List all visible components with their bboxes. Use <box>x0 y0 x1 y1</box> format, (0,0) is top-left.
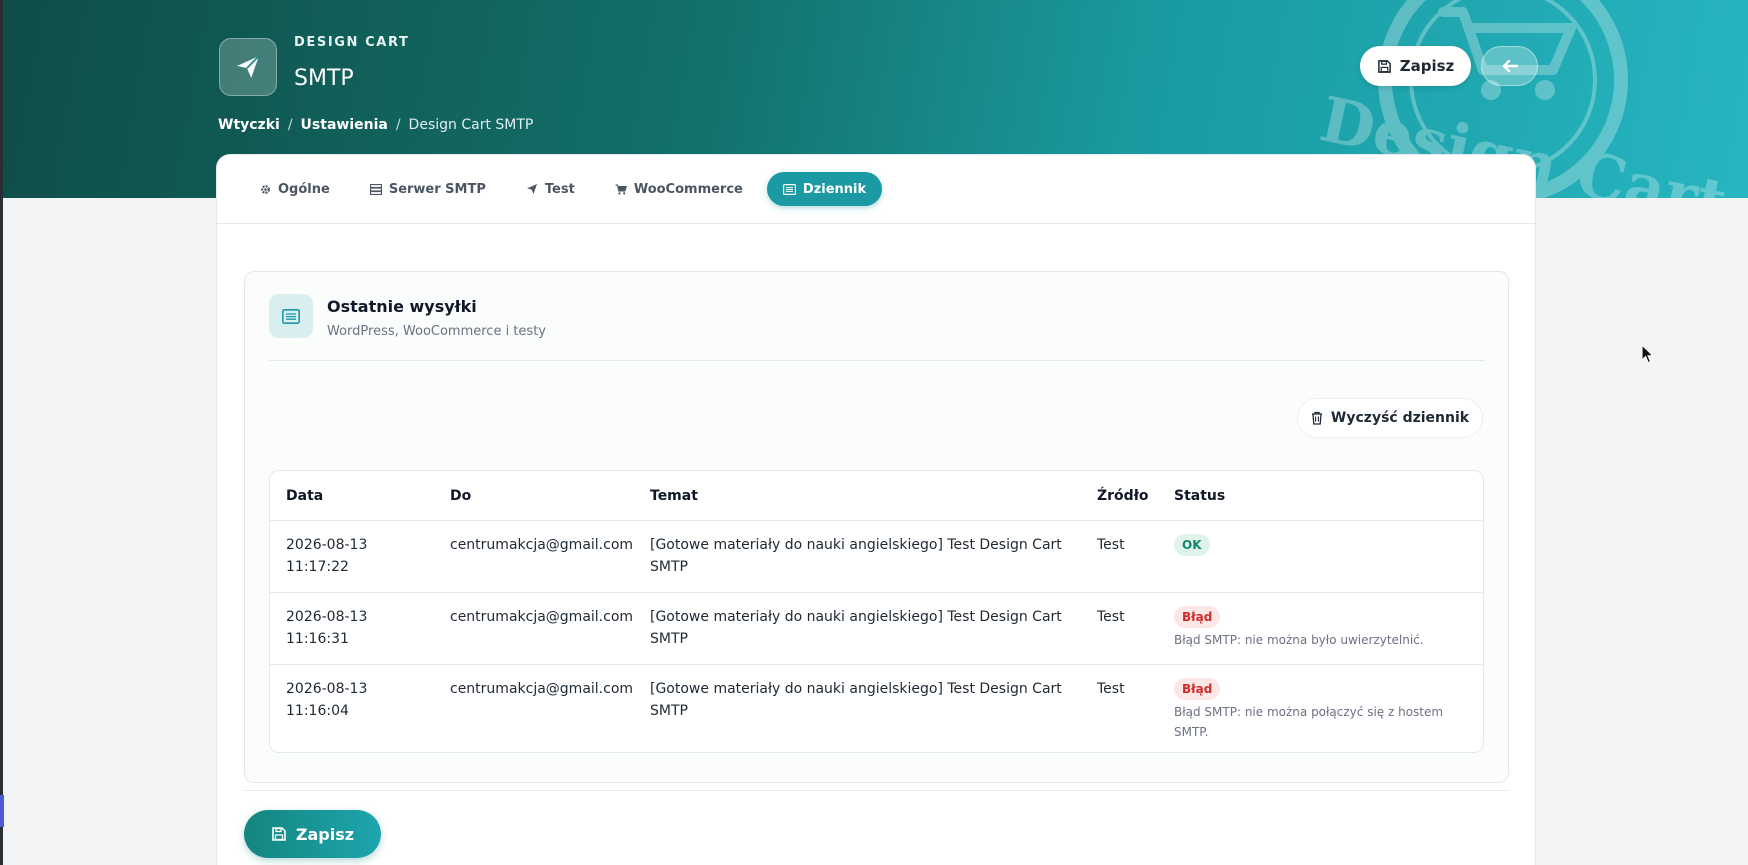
tab-bar: Ogólne Serwer SMTP Test WooCommerce Dzie… <box>217 155 1535 224</box>
tab-label: Serwer SMTP <box>388 181 486 197</box>
brand-kicker: DESIGN CART <box>294 35 410 50</box>
floppy-disk-icon <box>1377 59 1391 73</box>
table-row: 2026-08-13 11:16:04 centrumakcja@gmail.c… <box>270 665 1483 752</box>
log-date-cell: 2026-08-13 11:16:04 <box>270 665 434 752</box>
tab-general[interactable]: Ogólne <box>244 172 346 206</box>
paper-plane-icon <box>237 55 260 78</box>
back-button[interactable] <box>1481 46 1538 86</box>
send-icon <box>526 184 537 194</box>
tab-label: WooCommerce <box>633 181 743 197</box>
log-source: Test <box>1097 681 1125 697</box>
log-time: 11:16:31 <box>286 631 349 647</box>
arrow-left-icon <box>1502 59 1518 73</box>
table-header-row: Data Do Temat Źródło Status <box>270 471 1483 521</box>
footer-divider <box>244 790 1509 791</box>
log-time: 11:16:04 <box>286 703 349 719</box>
gear-icon <box>261 184 270 194</box>
header-save-label: Zapisz <box>1399 57 1455 75</box>
log-source: Test <box>1097 537 1125 553</box>
status-badge: OK <box>1174 534 1210 556</box>
tab-woocommerce[interactable]: WooCommerce <box>599 172 759 206</box>
tab-smtp-server[interactable]: Serwer SMTP <box>354 172 502 206</box>
log-date: 2026-08-13 <box>286 537 368 553</box>
log-subject: [Gotowe materiały do nauki angielskiego]… <box>650 537 1062 575</box>
tab-log[interactable]: Dziennik <box>766 172 883 206</box>
breadcrumb: Wtyczki / Ustawienia / Design Cart SMTP <box>218 117 533 133</box>
breadcrumb-separator: / <box>287 117 293 133</box>
status-badge: Błąd <box>1174 678 1221 700</box>
log-source: Test <box>1097 609 1125 625</box>
tab-label: Test <box>544 181 575 197</box>
clear-log-button[interactable]: Wyczyść dziennik <box>1297 398 1483 438</box>
breadcrumb-settings[interactable]: Ustawienia <box>301 117 388 133</box>
panel-title: Ostatnie wysyłki <box>327 297 477 316</box>
breadcrumb-separator: / <box>395 117 401 133</box>
page-title: SMTP <box>294 66 354 91</box>
save-button[interactable]: Zapisz <box>244 810 381 858</box>
status-error-detail: Błąd SMTP: nie można było uwierzytelnić. <box>1174 633 1424 647</box>
log-date-cell: 2026-08-13 11:16:31 <box>270 593 434 664</box>
log-subject: [Gotowe materiały do nauki angielskiego]… <box>650 681 1062 719</box>
settings-card: Ogólne Serwer SMTP Test WooCommerce Dzie… <box>216 154 1536 865</box>
column-header-date[interactable]: Data <box>270 488 434 504</box>
header-save-button[interactable]: Zapisz <box>1360 46 1471 86</box>
log-status-cell: Błąd Błąd SMTP: nie można połączyć się z… <box>1158 665 1483 752</box>
log-recipient: centrumakcja@gmail.com <box>450 537 634 553</box>
mouse-cursor-icon <box>1641 344 1655 364</box>
status-error-detail: Błąd SMTP: nie można połączyć się z host… <box>1174 705 1444 739</box>
column-header-subject[interactable]: Temat <box>634 488 1081 504</box>
log-date: 2026-08-13 <box>286 609 368 625</box>
log-recipient: centrumakcja@gmail.com <box>450 609 634 625</box>
cart-icon <box>615 184 627 194</box>
log-status-cell: Błąd Błąd SMTP: nie można było uwierzyte… <box>1158 593 1483 664</box>
recent-mails-panel: Ostatnie wysyłki WordPress, WooCommerce … <box>244 271 1509 783</box>
tab-label: Ogólne <box>278 181 330 197</box>
edge-indicator <box>0 795 4 827</box>
table-row: 2026-08-13 11:17:22 centrumakcja@gmail.c… <box>270 521 1483 593</box>
trash-icon <box>1311 411 1322 425</box>
floppy-disk-icon <box>272 827 286 841</box>
log-icon <box>782 183 796 195</box>
window-left-edge <box>0 0 3 865</box>
log-time: 11:17:22 <box>286 559 349 575</box>
table-row: 2026-08-13 11:16:31 centrumakcja@gmail.c… <box>270 593 1483 665</box>
column-header-status[interactable]: Status <box>1158 488 1483 504</box>
log-recipient: centrumakcja@gmail.com <box>450 681 634 697</box>
log-icon <box>269 294 313 338</box>
log-subject: [Gotowe materiały do nauki angielskiego]… <box>650 609 1062 647</box>
mail-log-table: Data Do Temat Źródło Status 2026-08-13 1… <box>269 470 1484 753</box>
panel-subtitle: WordPress, WooCommerce i testy <box>327 324 546 339</box>
clear-log-label: Wyczyść dziennik <box>1330 410 1470 426</box>
log-status-cell: OK <box>1158 521 1483 592</box>
status-badge: Błąd <box>1174 606 1221 628</box>
server-icon <box>369 183 382 195</box>
log-date-cell: 2026-08-13 11:17:22 <box>270 521 434 592</box>
column-header-to[interactable]: Do <box>434 488 634 504</box>
save-label: Zapisz <box>295 824 355 844</box>
brand-logo <box>219 38 277 96</box>
panel-divider <box>269 360 1485 361</box>
log-date: 2026-08-13 <box>286 681 368 697</box>
breadcrumb-plugins[interactable]: Wtyczki <box>218 117 280 133</box>
tab-label: Dziennik <box>802 181 867 197</box>
tab-test[interactable]: Test <box>510 172 591 206</box>
column-header-source[interactable]: Źródło <box>1081 488 1158 504</box>
list-icon <box>282 308 300 324</box>
breadcrumb-current: Design Cart SMTP <box>408 117 534 133</box>
